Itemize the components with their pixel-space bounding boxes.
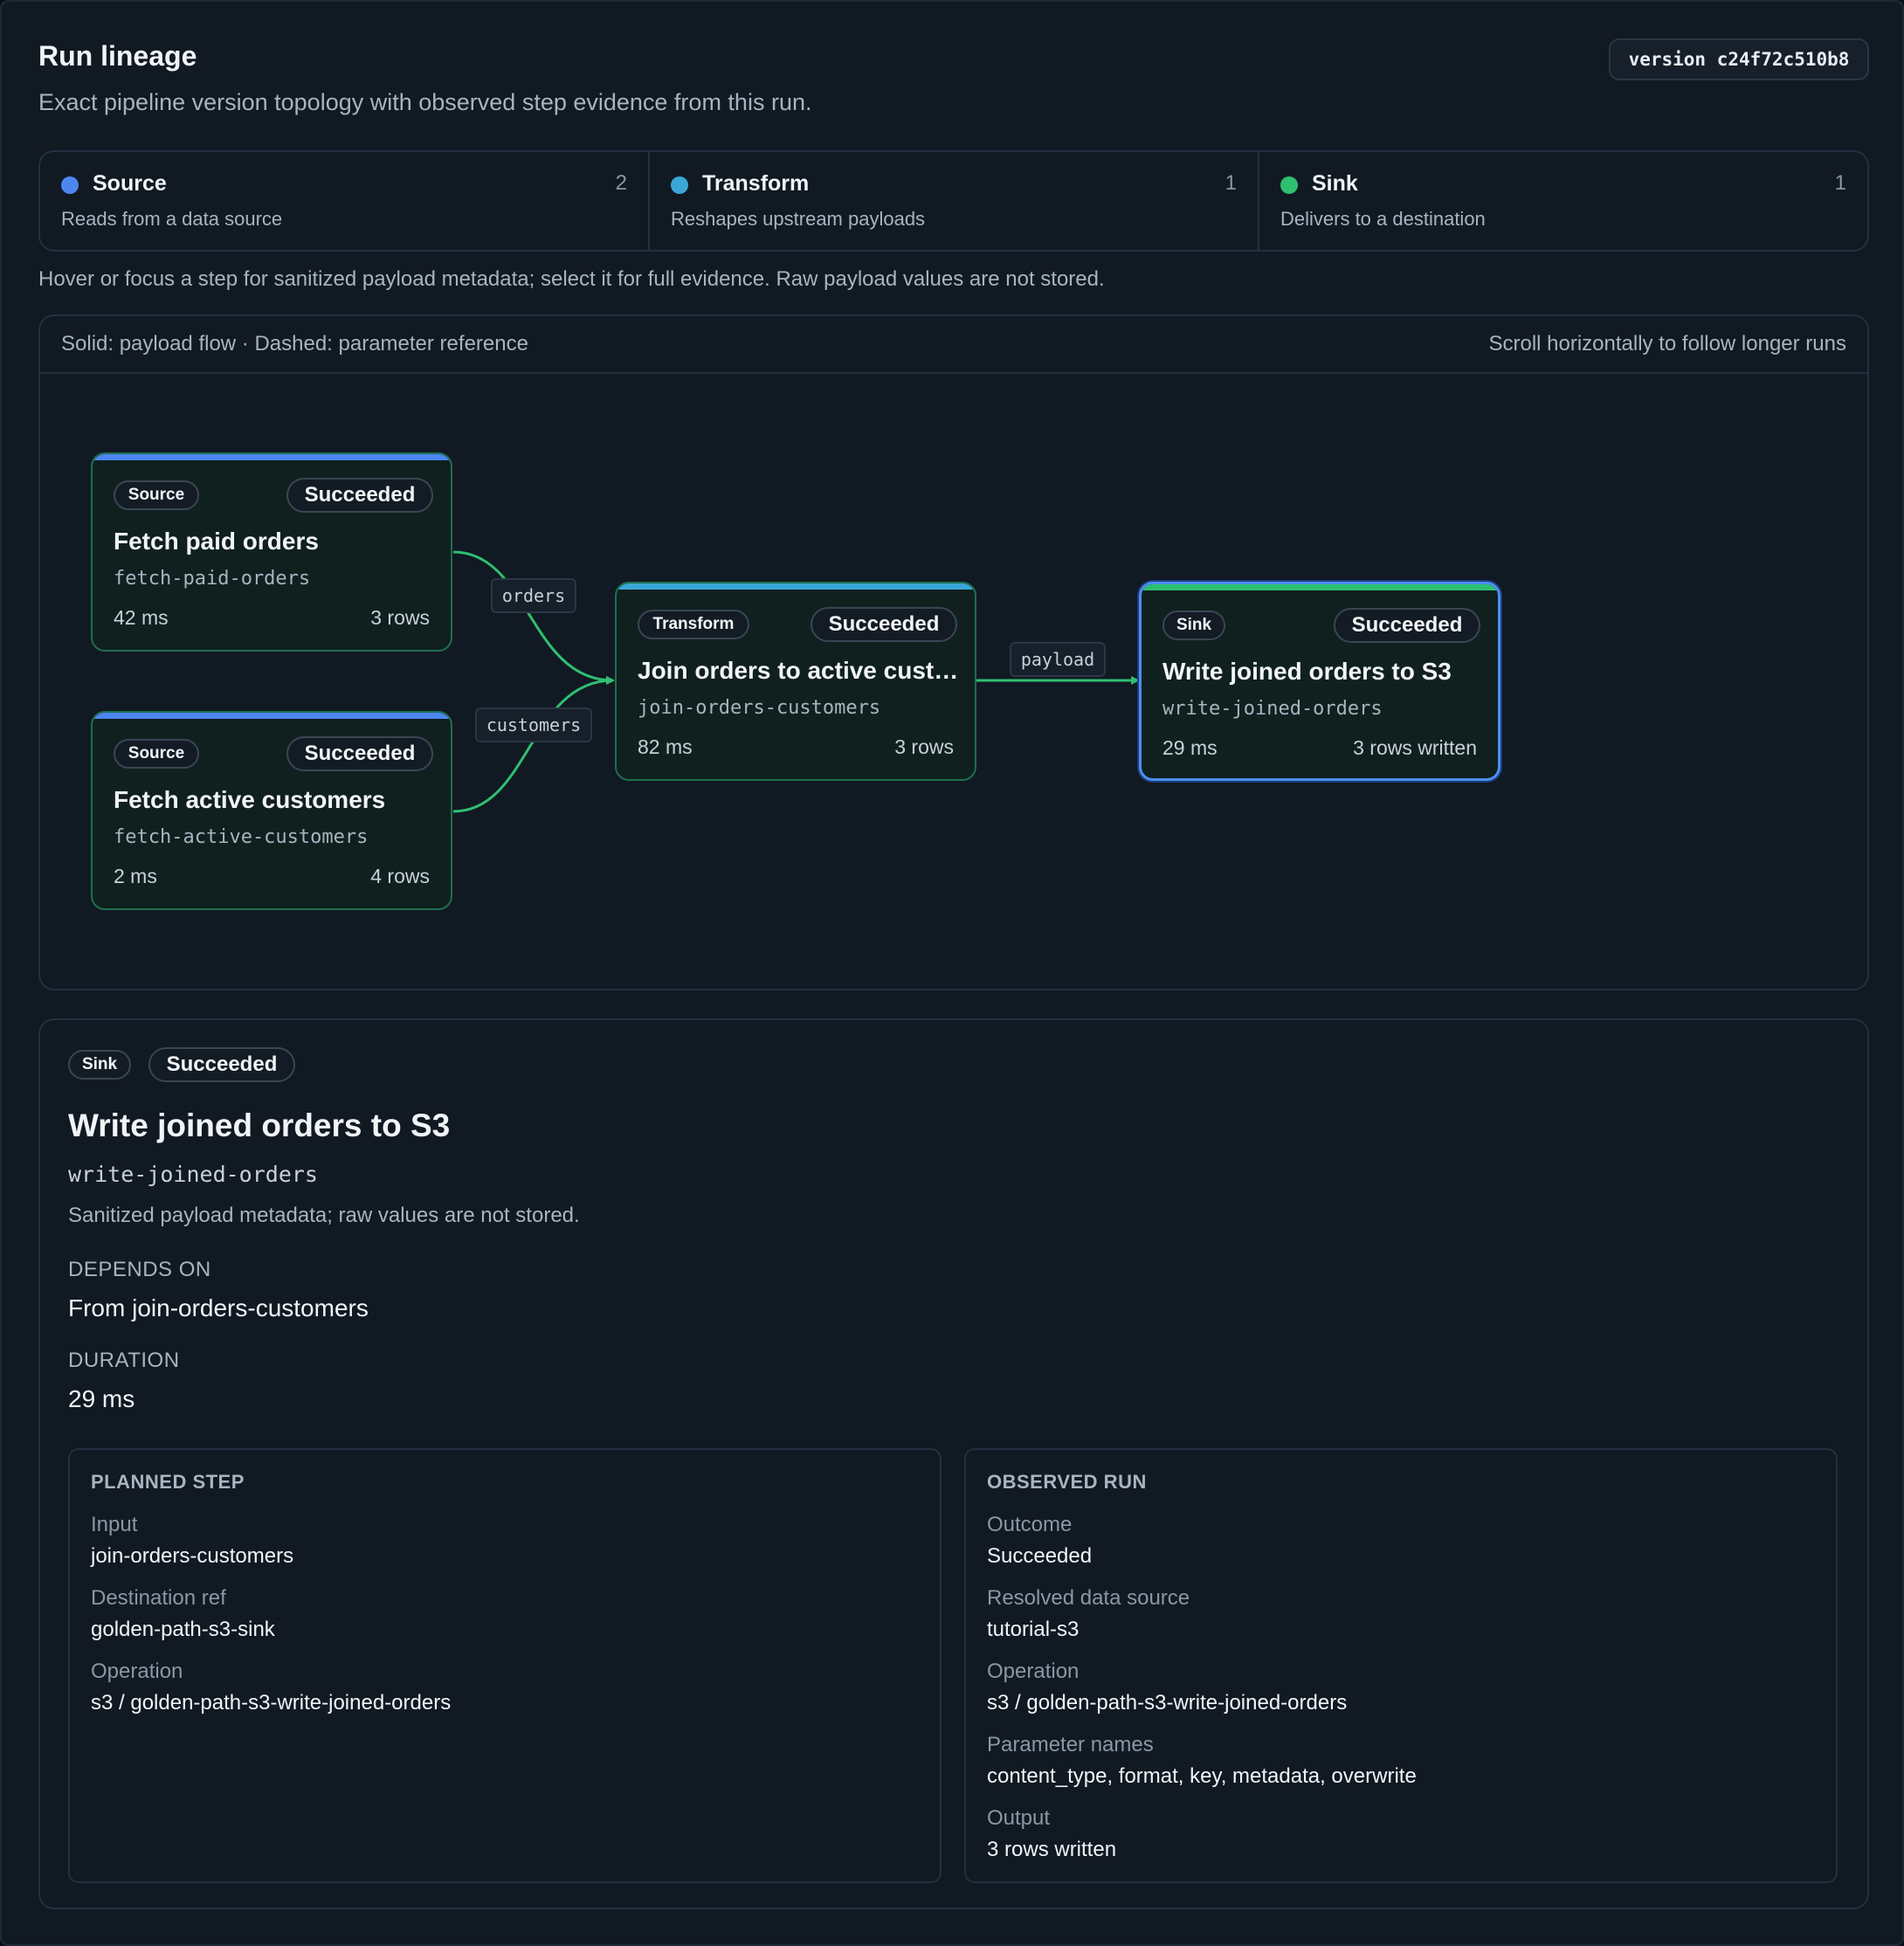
step-rows: 3 rows written — [1353, 736, 1477, 759]
legend-description: Reshapes upstream payloads — [671, 208, 926, 230]
legend-count: 1 — [1834, 171, 1846, 195]
edge-label-payload: payload — [1010, 642, 1106, 677]
step-node-fetch-active-customers[interactable]: Source Succeeded Fetch active customers … — [91, 711, 452, 910]
step-rows: 3 rows — [894, 735, 954, 758]
page-title: Run lineage — [38, 40, 197, 72]
planned-destination-value: golden-path-s3-sink — [91, 1618, 275, 1641]
observed-run-card: OBSERVED RUN Outcome Succeeded Resolved … — [964, 1448, 1838, 1883]
observed-outcome-label: Outcome — [987, 1513, 1073, 1536]
legend-name: Source — [93, 171, 167, 196]
legend-sink: Sink 1 Delivers to a destination — [1258, 152, 1867, 250]
step-rows: 4 rows — [370, 865, 430, 887]
planned-input-label: Input — [91, 1513, 138, 1536]
duration-label: DURATION — [68, 1349, 180, 1372]
observed-params-label: Parameter names — [987, 1733, 1154, 1756]
observed-source-value: tutorial-s3 — [987, 1618, 1080, 1641]
observed-run-heading: OBSERVED RUN — [987, 1471, 1147, 1493]
step-duration: 2 ms — [114, 865, 157, 887]
step-id: join-orders-customers — [638, 697, 881, 719]
status-badge: Succeeded — [286, 736, 433, 771]
step-title: Fetch active customers — [114, 786, 386, 813]
detail-step-id: write-joined-orders — [68, 1162, 318, 1187]
observed-output-label: Output — [987, 1806, 1051, 1830]
kind-badge: Transform — [638, 610, 749, 639]
status-badge: Succeeded — [286, 478, 433, 513]
planned-input-value: join-orders-customers — [91, 1544, 294, 1568]
step-node-fetch-paid-orders[interactable]: Source Succeeded Fetch paid orders fetch… — [91, 452, 452, 652]
kind-accent-bar — [93, 454, 451, 460]
legend-source: Source 2 Reads from a data source — [40, 152, 648, 250]
observed-params-value: content_type, format, key, metadata, ove… — [987, 1764, 1417, 1788]
kind-accent-bar — [617, 583, 975, 590]
legend-description: Reads from a data source — [61, 208, 283, 230]
step-id: fetch-paid-orders — [114, 568, 311, 590]
observed-source-label: Resolved data source — [987, 1586, 1190, 1610]
step-detail-panel: Sink Succeeded Write joined orders to S3… — [38, 1018, 1869, 1909]
kind-badge: Sink — [1162, 611, 1225, 640]
page-subtitle: Exact pipeline version topology with obs… — [38, 89, 812, 115]
legend-description: Delivers to a destination — [1280, 208, 1486, 230]
run-lineage-panel: Run lineage Exact pipeline version topol… — [0, 0, 1904, 1946]
step-duration: 42 ms — [114, 606, 169, 629]
edge-customers — [452, 676, 615, 813]
kind-accent-bar — [93, 713, 451, 719]
detail-note: Sanitized payload metadata; raw values a… — [68, 1204, 580, 1227]
step-title: Join orders to active cust… — [638, 657, 959, 684]
depends-on-value: From join-orders-customers — [68, 1294, 369, 1321]
observed-operation-label: Operation — [987, 1660, 1080, 1683]
step-duration: 82 ms — [638, 735, 693, 758]
detail-status-badge: Succeeded — [148, 1047, 295, 1082]
legend-name: Transform — [702, 171, 810, 196]
kind-badge: Source — [114, 480, 199, 510]
planned-destination-label: Destination ref — [91, 1586, 226, 1610]
legend-name: Sink — [1312, 171, 1358, 196]
planned-operation-value: s3 / golden-path-s3-write-joined-orders — [91, 1691, 452, 1715]
step-kind-legend: Source 2 Reads from a data source Transf… — [38, 150, 1869, 252]
edge-label-customers: customers — [475, 707, 592, 742]
kind-badge: Source — [114, 739, 199, 769]
kind-accent-bar — [1142, 584, 1498, 590]
legend-transform: Transform 1 Reshapes upstream payloads — [648, 152, 1258, 250]
observed-outcome-value: Succeeded — [987, 1544, 1093, 1568]
detail-kind-badge: Sink — [68, 1050, 131, 1080]
planned-step-heading: PLANNED STEP — [91, 1471, 245, 1493]
step-title: Write joined orders to S3 — [1162, 658, 1452, 685]
status-badge: Succeeded — [1334, 608, 1480, 643]
step-title: Fetch paid orders — [114, 528, 319, 555]
planned-operation-label: Operation — [91, 1660, 183, 1683]
legend-count: 2 — [615, 171, 627, 195]
status-badge: Succeeded — [811, 607, 957, 642]
version-badge: version c24f72c510b8 — [1609, 38, 1869, 80]
step-duration: 29 ms — [1162, 736, 1218, 759]
duration-value: 29 ms — [68, 1385, 135, 1412]
edge-label-orders: orders — [491, 578, 576, 613]
transform-dot-icon — [671, 176, 688, 194]
detail-title: Write joined orders to S3 — [68, 1108, 451, 1143]
observed-output-value: 3 rows written — [987, 1838, 1117, 1861]
step-node-write-joined-orders[interactable]: Sink Succeeded Write joined orders to S3… — [1139, 582, 1500, 781]
lineage-graph[interactable]: Solid: payload flow · Dashed: parameter … — [38, 314, 1869, 990]
edge-orders — [452, 550, 615, 685]
step-rows: 3 rows — [370, 606, 430, 629]
source-dot-icon — [61, 176, 79, 194]
sink-dot-icon — [1280, 176, 1298, 194]
depends-on-label: DEPENDS ON — [68, 1258, 211, 1281]
step-node-join-orders-customers[interactable]: Transform Succeeded Join orders to activ… — [615, 582, 976, 781]
legend-count: 1 — [1224, 171, 1237, 195]
interaction-hint: Hover or focus a step for sanitized payl… — [38, 267, 1105, 291]
step-id: write-joined-orders — [1162, 698, 1383, 720]
observed-operation-value: s3 / golden-path-s3-write-joined-orders — [987, 1691, 1348, 1715]
step-id: fetch-active-customers — [114, 826, 369, 848]
planned-step-card: PLANNED STEP Input join-orders-customers… — [68, 1448, 942, 1883]
